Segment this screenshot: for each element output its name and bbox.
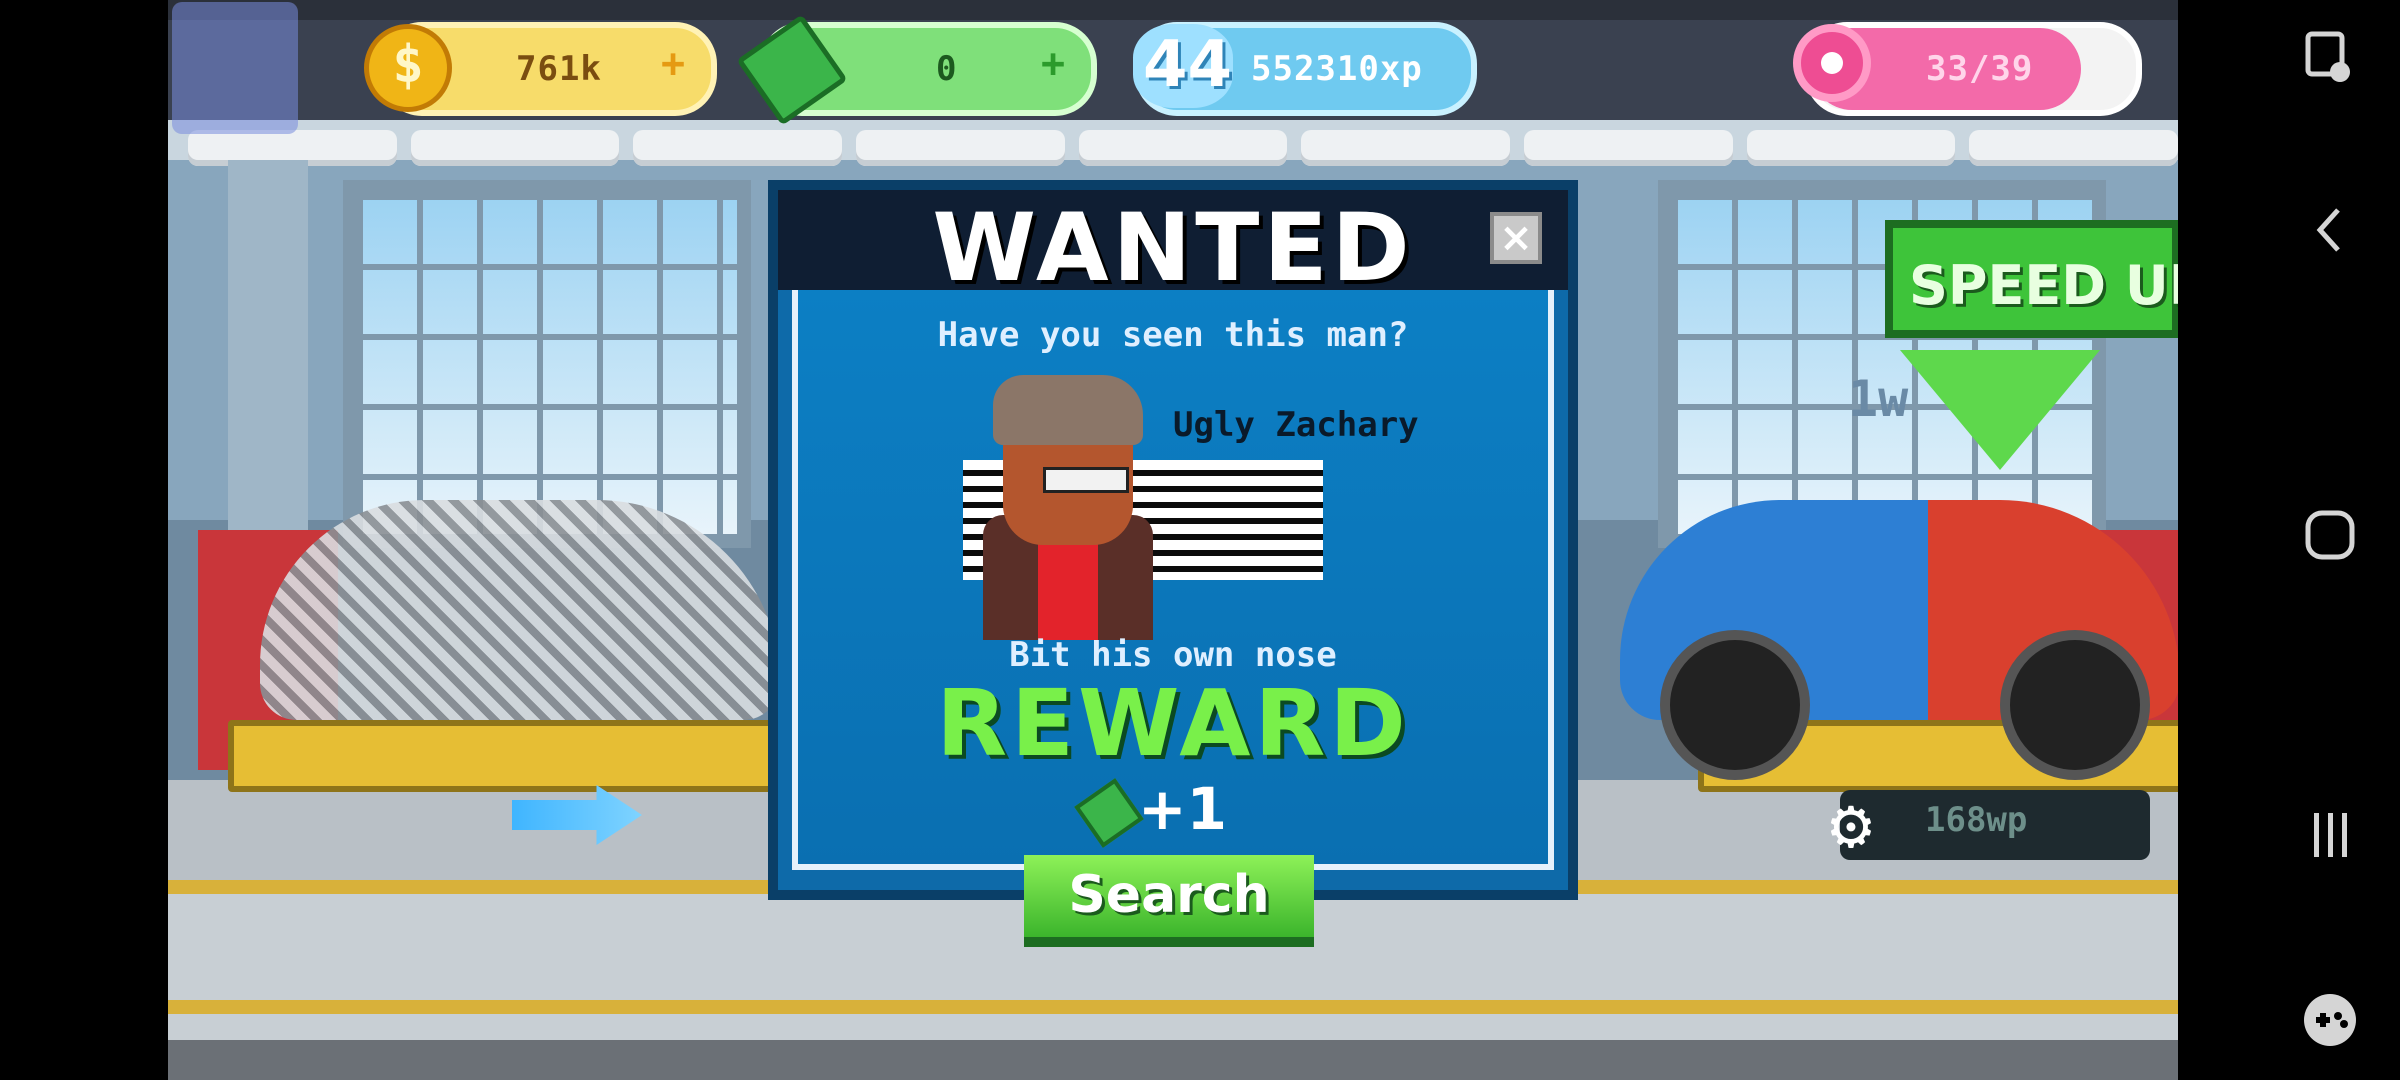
- game-tools-icon[interactable]: [2300, 990, 2360, 1050]
- speed-up-hint: 1w: [1848, 370, 1909, 428]
- coins-value: 761k: [516, 49, 602, 89]
- speed-up-button[interactable]: SPEED UP: [1885, 220, 2208, 338]
- donut-value: 33/39: [1926, 49, 2034, 89]
- screen-pin-icon[interactable]: [2300, 28, 2360, 88]
- close-button[interactable]: ×: [1490, 212, 1542, 264]
- car-right[interactable]: [1620, 500, 2180, 780]
- xp-value: 552310xp: [1251, 49, 1423, 89]
- gold-coin-icon: $: [364, 24, 452, 112]
- sunglasses-icon: [1043, 467, 1129, 493]
- xp-counter[interactable]: 44 552310xp: [1133, 22, 1477, 116]
- wheel: [1660, 630, 1810, 780]
- wanted-dialog: WANTED × Have you seen this man? Ugly Za…: [768, 180, 1578, 900]
- cash-value: 0: [936, 49, 958, 89]
- ceiling-beam: [168, 0, 2178, 20]
- speed-up-label: SPEED UP: [1909, 254, 2209, 317]
- wheel: [2000, 630, 2150, 780]
- coins-counter[interactable]: $ 761k +: [364, 22, 717, 116]
- donut-icon: [1793, 24, 1871, 102]
- dialog-title: WANTED: [932, 194, 1414, 303]
- cash-counter[interactable]: 0 +: [736, 14, 1097, 126]
- wanted-name: Ugly Zachary: [1173, 405, 1419, 445]
- conveyor-left: [228, 720, 830, 792]
- player-avatar[interactable]: [172, 2, 298, 134]
- gear-icon: ⚙: [1829, 783, 1873, 865]
- wanted-question: Have you seen this man?: [937, 315, 1409, 355]
- donut-counter[interactable]: 33/39: [1793, 22, 2142, 116]
- wp-value: 168wp: [1925, 800, 2028, 840]
- floor-line: [168, 1000, 2178, 1014]
- recents-icon[interactable]: [2300, 805, 2360, 865]
- reward-label: REWARD: [936, 670, 1410, 777]
- reward-amount: +1: [1138, 775, 1227, 843]
- back-icon[interactable]: [2300, 200, 2360, 260]
- home-icon[interactable]: [2300, 505, 2360, 565]
- garage-window: [343, 180, 751, 548]
- search-button[interactable]: Search: [1024, 855, 1314, 947]
- wanted-crime: Bit his own nose: [1009, 635, 1337, 675]
- car-frame-left: [260, 500, 780, 720]
- add-cash-icon[interactable]: +: [1033, 44, 1073, 84]
- add-coins-icon[interactable]: +: [653, 44, 693, 84]
- system-nav-bar: [2178, 0, 2400, 1080]
- ceiling-pipes: [168, 130, 2178, 170]
- level-value: 44: [1143, 28, 1233, 102]
